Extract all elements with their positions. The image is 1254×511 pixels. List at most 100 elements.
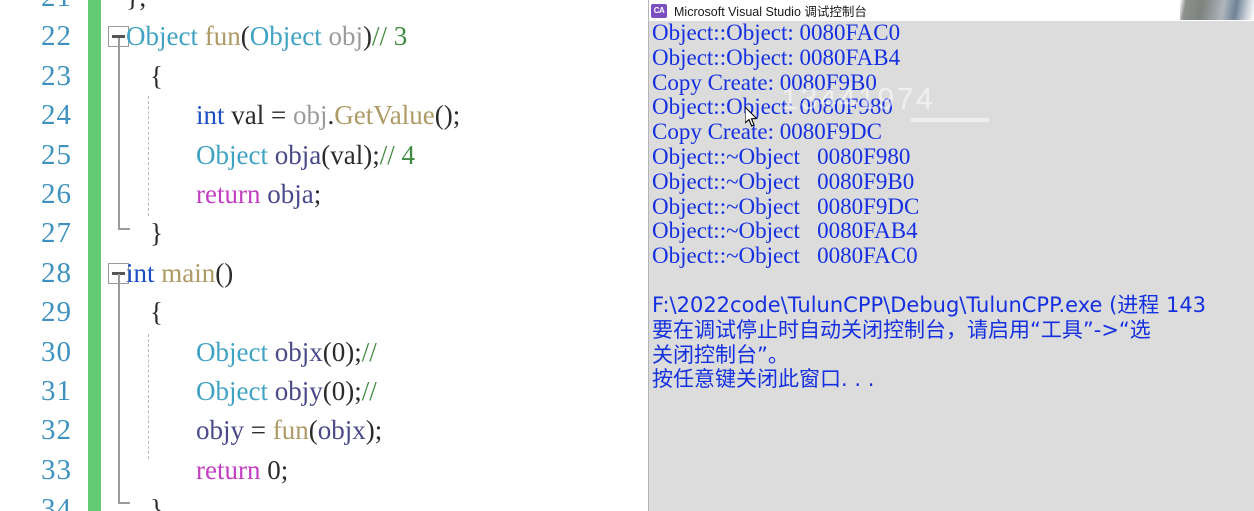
code-token: Object xyxy=(196,139,275,170)
console-output-line: Object::~Object 0080FAC0 xyxy=(652,243,918,269)
code-token: // 4 xyxy=(379,139,415,170)
code-token: ); xyxy=(365,415,383,446)
console-title-bar[interactable]: CA Microsoft Visual Studio 调试控制台 xyxy=(649,0,1254,21)
indent-guide xyxy=(148,334,149,459)
code-token: 0; xyxy=(260,454,289,485)
line-number: 29 xyxy=(41,296,72,329)
console-output-line: Object::~Object 0080F9B0 xyxy=(652,168,915,194)
code-token: } xyxy=(150,218,163,249)
code-token: obj xyxy=(328,21,363,52)
line-number: 28 xyxy=(41,256,72,289)
console-trace-lines: Object::Object: 0080FAC0 Object::Object: … xyxy=(649,20,1254,269)
code-text[interactable]: } xyxy=(150,490,163,511)
code-token: int xyxy=(126,257,155,288)
console-output-line: Object::Object: 0080FAB4 xyxy=(652,44,901,70)
code-token: obj xyxy=(292,100,328,131)
code-token: // 3 xyxy=(371,21,408,52)
code-text[interactable]: Object fun(Object obj)// 3 xyxy=(126,17,407,56)
titlebar-thumbnail-image xyxy=(1180,0,1254,20)
console-output-line: Object::Object: 0080FAC0 xyxy=(652,20,901,45)
console-footer-line: 按任意键关闭此窗口. . . xyxy=(652,367,875,392)
console-output-line: Object::~Object 0080F980 xyxy=(652,143,911,169)
code-block-guide xyxy=(118,274,120,502)
code-token: fun xyxy=(272,415,309,446)
code-text[interactable]: return obja; xyxy=(196,175,321,214)
code-token: Object xyxy=(249,21,329,52)
code-text[interactable]: Object objy(0);// xyxy=(196,372,377,411)
line-number: 22 xyxy=(41,20,72,53)
line-number: 30 xyxy=(41,335,72,368)
code-token: val = xyxy=(224,100,293,131)
code-token: objy xyxy=(274,376,323,406)
code-block-guide-end xyxy=(118,228,130,230)
change-indicator-bar xyxy=(88,0,101,511)
line-number: 25 xyxy=(41,138,72,171)
line-number: 34 xyxy=(41,493,72,511)
code-token: objy xyxy=(196,415,245,446)
console-output-line: Copy Create: 0080F9B0 xyxy=(652,69,877,95)
code-token: Object xyxy=(196,376,275,406)
code-token: obja xyxy=(274,139,322,170)
code-token: } xyxy=(150,494,163,511)
code-token: = xyxy=(244,415,273,446)
console-window[interactable]: CA Microsoft Visual Studio 调试控制台 Object:… xyxy=(649,0,1254,511)
code-text[interactable]: } xyxy=(150,214,163,253)
code-block-guide-end xyxy=(118,502,130,504)
code-text[interactable]: objy = fun(objx); xyxy=(196,411,382,450)
code-editor-pane[interactable]: 21};22Object fun(Object obj)// 323{24int… xyxy=(0,0,648,511)
console-title-text: Microsoft Visual Studio 调试控制台 xyxy=(674,5,867,19)
line-number: 21 xyxy=(0,0,72,17)
code-token: // xyxy=(361,336,377,367)
code-text[interactable]: { xyxy=(150,57,163,96)
code-text[interactable]: }; xyxy=(126,0,146,17)
code-text[interactable]: int main() xyxy=(126,254,233,293)
code-token: fun xyxy=(204,21,241,52)
console-output-line: Object::~Object 0080FAB4 xyxy=(652,218,918,244)
code-token: obja xyxy=(267,179,314,209)
code-token: ( xyxy=(308,415,318,446)
line-number: 26 xyxy=(41,178,72,210)
console-footer-line: 关闭控制台”。 xyxy=(652,342,789,367)
line-number: 31 xyxy=(41,375,72,407)
console-footer-line: F:\2022code\TulunCPP\Debug\TulunCPP.exe … xyxy=(652,292,1207,317)
line-number: 27 xyxy=(41,217,72,250)
code-text[interactable]: return 0; xyxy=(196,451,288,490)
code-token: objx xyxy=(274,336,323,367)
code-token: }; xyxy=(126,0,146,12)
code-token: (val); xyxy=(321,139,380,170)
code-token: Object xyxy=(196,336,275,367)
code-text[interactable]: Object objx(0);// xyxy=(196,333,377,372)
code-token: { xyxy=(150,60,163,91)
console-output-line: Object::~Object 0080F9DC xyxy=(652,193,920,219)
code-token: Object xyxy=(126,21,205,52)
console-output-line: Object::Object: 0080F980 xyxy=(652,94,893,120)
code-token: (0); xyxy=(322,376,362,406)
code-text[interactable]: { xyxy=(150,293,163,332)
code-token: () xyxy=(215,257,234,288)
code-token: // xyxy=(361,376,377,406)
console-app-icon: CA xyxy=(651,3,667,18)
code-token: objx xyxy=(317,415,366,446)
code-token: GetValue xyxy=(334,100,435,131)
line-number: 23 xyxy=(41,59,72,92)
code-token: ; xyxy=(313,179,322,209)
code-text[interactable]: int val = obj.GetValue(); xyxy=(196,96,460,135)
code-token: (); xyxy=(434,100,461,131)
line-number: 32 xyxy=(41,414,72,447)
code-block-guide xyxy=(118,38,120,228)
watermark-bar xyxy=(911,118,989,122)
code-token: (0); xyxy=(322,336,362,367)
code-token: ( xyxy=(240,21,250,52)
code-token: { xyxy=(150,297,163,328)
line-number: 24 xyxy=(41,99,72,132)
screenshot-root: 21};22Object fun(Object obj)// 323{24int… xyxy=(0,0,1254,511)
console-blank-spacer xyxy=(649,269,1254,293)
code-text[interactable]: Object obja(val);// 4 xyxy=(196,136,415,175)
line-number: 33 xyxy=(41,453,72,486)
code-token: return xyxy=(196,454,261,485)
console-output-line: Copy Create: 0080F9DC xyxy=(652,119,882,145)
console-output-area[interactable]: Object::Object: 0080FAC0 Object::Object: … xyxy=(649,20,1254,511)
console-footer-line: 要在调试停止时自动关闭控制台，请启用“工具”->“选 xyxy=(652,317,1151,342)
code-token: ) xyxy=(362,21,372,52)
code-token: int xyxy=(196,100,225,131)
